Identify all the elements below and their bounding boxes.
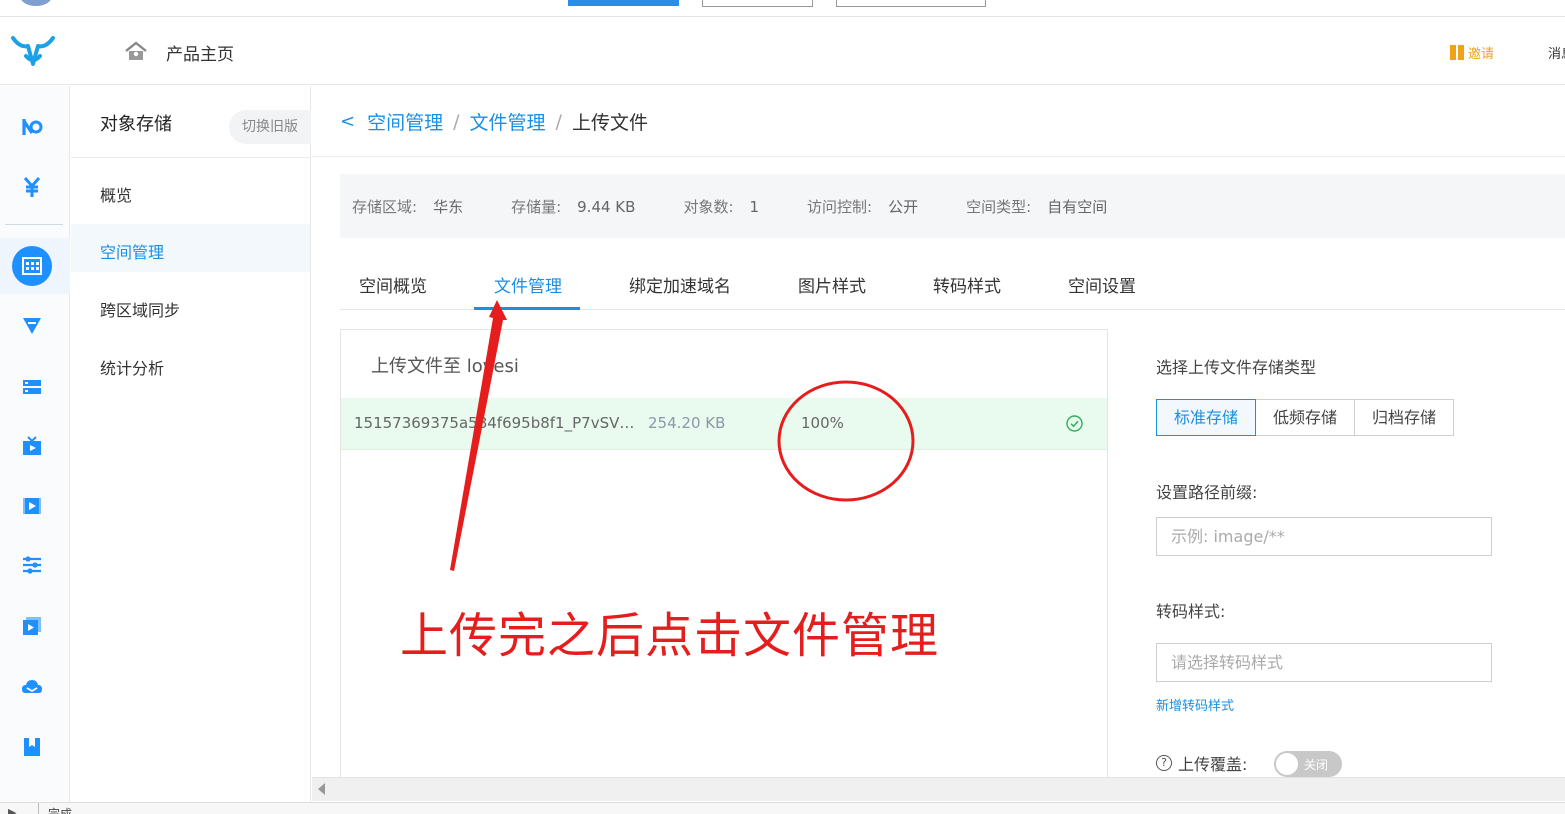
avatar[interactable] [20,0,52,6]
top-blue-button[interactable] [568,0,679,6]
upload-settings: 选择上传文件存储类型 标准存储 低频存储 归档存储 设置路径前缀: 示例: im… [1156,330,1565,780]
message-link[interactable]: 消息 [1548,43,1565,62]
storage-type-low-frequency[interactable]: 低频存储 [1255,399,1356,436]
upload-overwrite-label: 上传覆盖: [1178,755,1248,774]
status-divider [38,803,39,814]
video-play-icon[interactable] [21,495,43,517]
billing-yen-icon[interactable] [21,176,43,198]
transcode-style-label: 转码样式: [1156,602,1226,621]
path-prefix-label: 设置路径前缀: [1156,483,1258,502]
cloud-message-icon[interactable] [21,676,43,698]
browser-top-strip [0,0,1565,17]
breadcrumb-file-management[interactable]: 文件管理 [470,108,546,135]
sliders-icon[interactable] [21,554,43,576]
scroll-left-arrow-icon[interactable] [318,783,325,795]
top-outline-button-2[interactable] [836,0,986,7]
subnav-item-cross-region-sync[interactable]: 跨区域同步 [100,297,180,321]
browser-status-bar: ▶ 完成 [0,802,1565,814]
transcode-style-select[interactable]: 请选择转码样式 [1156,643,1492,682]
grid-storage-icon [22,257,42,275]
active-tab-underline [474,307,580,310]
invite-label: 邀请 [1468,47,1495,62]
upload-file-row: 15157369375a584f695b8f1_P7vSVV... 254.20… [341,398,1107,450]
info-region: 存储区域: 华东 [352,197,464,216]
bucket-tabs: 空间概览 文件管理 绑定加速域名 图片样式 转码样式 空间设置 [340,258,1565,310]
breadcrumb-separator: / [453,110,460,133]
tab-bind-domain[interactable]: 绑定加速域名 [629,272,731,297]
path-prefix-input[interactable]: 示例: image/** [1156,517,1492,556]
storage-type-label: 选择上传文件存储类型 [1156,358,1317,377]
subnav-item-overview[interactable]: 概览 [100,182,132,206]
info-storage: 存储量: 9.44 KB [511,197,636,216]
breadcrumb-separator: / [555,110,562,133]
upload-panel: 上传文件至 lovesi 15157369375a584f695b8f1_P7v… [340,329,1108,779]
qiniu-logo-icon[interactable] [10,34,56,68]
storage-type-selector: 标准存储 低频存储 归档存储 [1156,399,1455,436]
add-transcode-style-link[interactable]: 新增转码样式 [1156,695,1234,714]
product-home-link[interactable]: 产品主页 [166,40,234,65]
info-bucket-type: 空间类型: 自有空间 [966,197,1108,216]
check-circle-icon [1066,415,1083,432]
info-access: 访问控制: 公开 [807,197,919,216]
server-list-icon[interactable] [21,376,43,398]
info-objects: 对象数: 1 [683,197,760,216]
media-processing-icon[interactable] [21,615,43,637]
storage-type-archive[interactable]: 归档存储 [1354,399,1455,436]
upload-progress-text: 100% [801,414,844,432]
subnav-item-statistics[interactable]: 统计分析 [100,355,164,379]
subnav-item-bucket-management[interactable]: 空间管理 [100,239,164,263]
bookmark-icon[interactable] [21,736,43,758]
tab-file-management[interactable]: 文件管理 [494,272,562,297]
back-chevron-icon[interactable]: < [340,111,355,132]
upload-panel-title: 上传文件至 lovesi [371,356,519,377]
upload-overwrite-toggle[interactable]: 关闭 [1274,751,1342,777]
toggle-knob [1276,753,1298,775]
upload-overwrite-row: ? 上传覆盖: [1156,751,1247,775]
subnav-divider [71,157,310,158]
annotation-caption: 上传完之后点击文件管理 [400,608,940,664]
app-header: 产品主页 邀请 消息 [0,18,1565,85]
bucket-info-bar: 存储区域: 华东 存储量: 9.44 KB 对象数: 1 访问控制: 公开 空间类型: 自… [340,174,1565,238]
product-icon-rail [0,86,70,802]
breadcrumb-bucket-management[interactable]: 空间管理 [367,108,443,135]
home-icon[interactable] [124,40,148,62]
tab-bucket-settings[interactable]: 空间设置 [1068,272,1136,297]
cdn-funnel-icon[interactable] [21,314,43,336]
kodo-brand-icon[interactable] [21,116,43,138]
question-circle-icon[interactable]: ? [1156,755,1172,771]
switch-old-version-button[interactable]: 切换旧版 [229,110,311,144]
uploaded-file-size: 254.20 KB [648,414,726,432]
gift-icon [1450,45,1464,60]
tab-image-style[interactable]: 图片样式 [798,272,866,297]
storage-type-standard[interactable]: 标准存储 [1156,399,1257,436]
tab-bucket-overview[interactable]: 空间概览 [359,272,427,297]
status-text: 完成 [48,807,73,814]
breadcrumb-upload-file: 上传文件 [571,112,648,134]
tab-transcode-style[interactable]: 转码样式 [933,272,1001,297]
object-storage-subnav: 对象存储 切换旧版 概览 空间管理 跨区域同步 统计分析 [71,86,311,802]
top-outline-button-1[interactable] [702,0,813,7]
uploaded-file-name: 15157369375a584f695b8f1_P7vSVV... [354,414,637,432]
breadcrumb: < 空间管理 / 文件管理 / 上传文件 [340,108,648,135]
live-tv-icon[interactable] [21,435,43,457]
breadcrumb-divider [312,156,1565,157]
status-icon: ▶ [8,806,17,814]
invite-button[interactable]: 邀请 [1450,43,1494,62]
horizontal-scrollbar[interactable] [312,777,1565,801]
subnav-title: 对象存储 [100,114,172,135]
object-storage-rail-item[interactable] [12,246,52,286]
toggle-state-label: 关闭 [1304,758,1329,772]
rail-divider [5,224,63,225]
